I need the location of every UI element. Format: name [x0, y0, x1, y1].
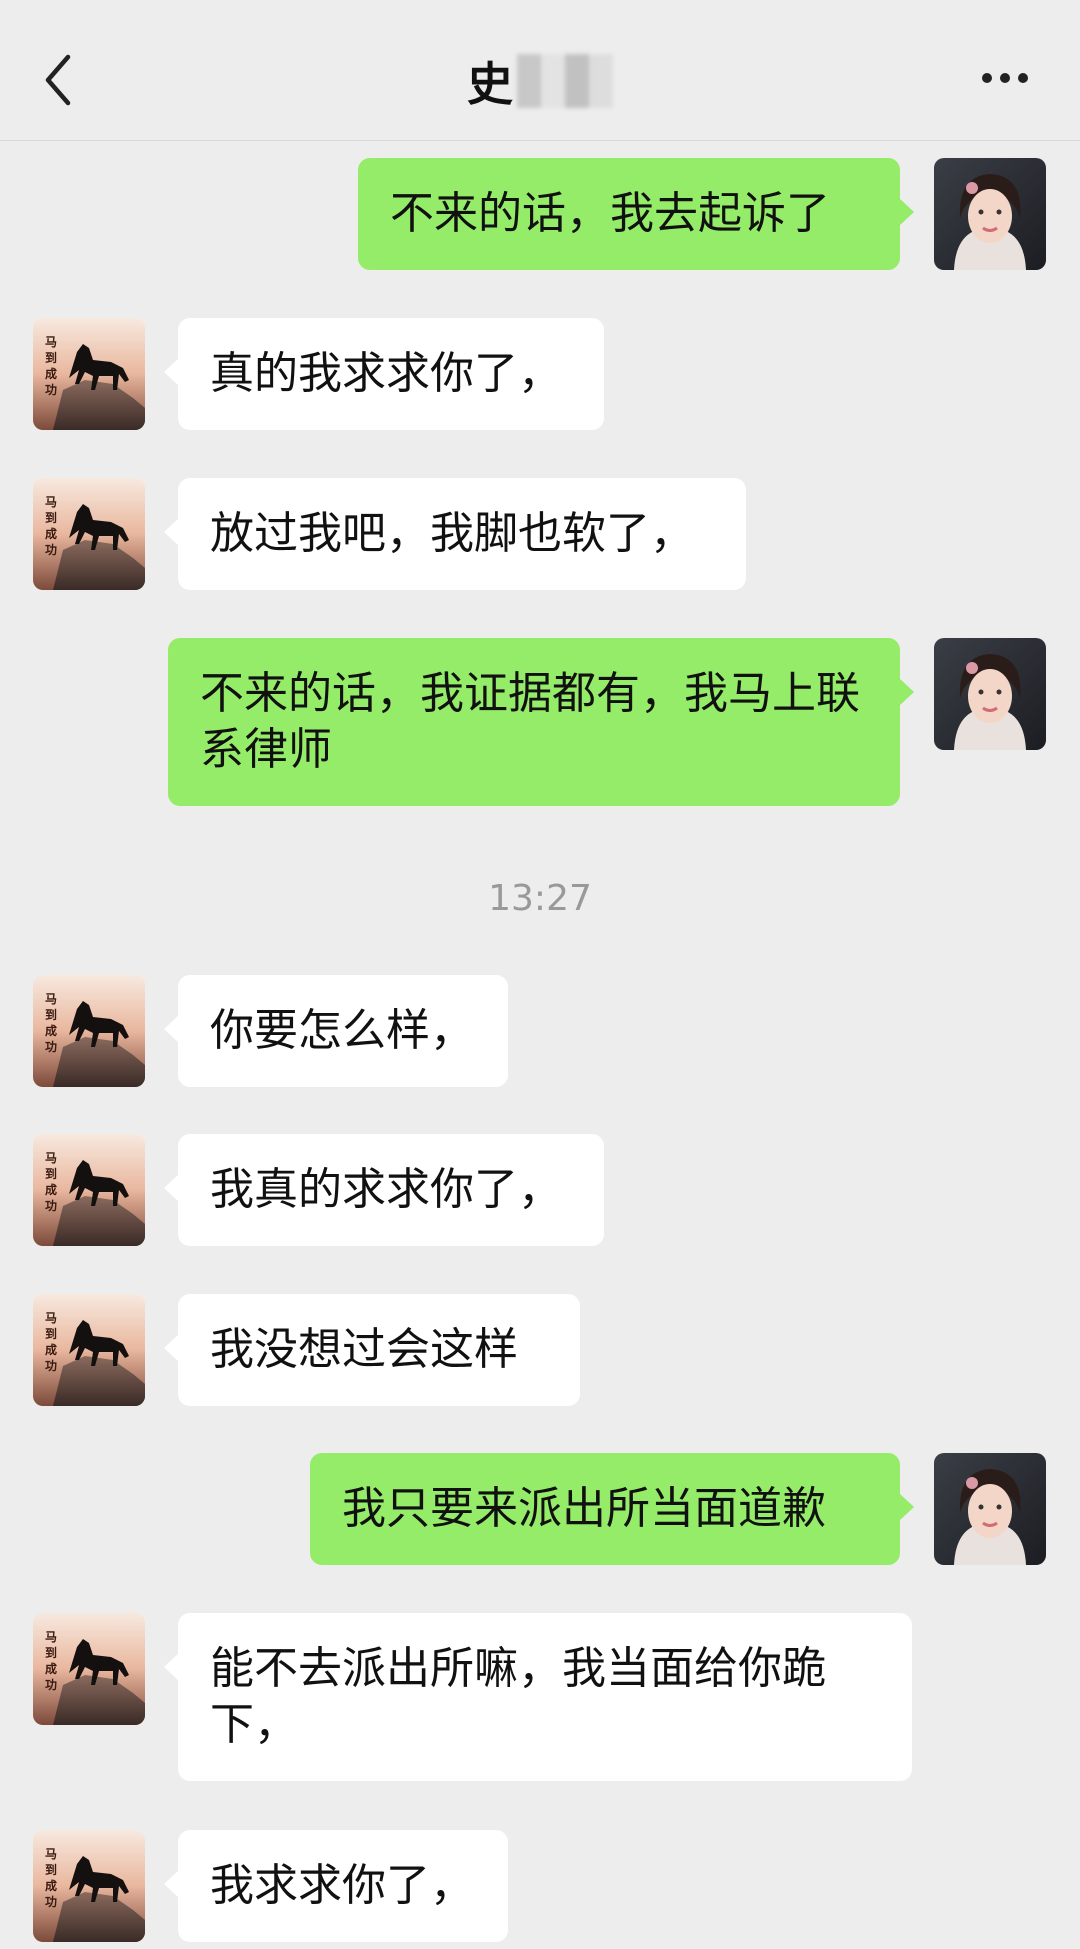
my-avatar[interactable]	[934, 1453, 1046, 1565]
svg-text:到: 到	[45, 1645, 57, 1660]
svg-text:马: 马	[45, 335, 57, 349]
message-text: 我求求你了，	[210, 1860, 474, 1911]
message-bubble-outgoing[interactable]: 不来的话，我去起诉了	[358, 158, 914, 270]
svg-text:到: 到	[45, 1326, 57, 1341]
svg-text:成: 成	[45, 526, 57, 541]
ellipsis-icon	[982, 73, 1028, 83]
svg-text:功: 功	[45, 1198, 57, 1213]
svg-text:到: 到	[45, 1007, 57, 1022]
svg-text:到: 到	[45, 350, 57, 365]
message-text: 你要怎么样，	[210, 1005, 474, 1056]
horse-avatar: 马 到 成 功	[33, 975, 145, 1087]
message-text: 我只要来派出所当面道歉	[342, 1483, 826, 1534]
horse-avatar: 马 到 成 功	[33, 478, 145, 590]
svg-text:功: 功	[45, 1039, 57, 1054]
message-text: 能不去派出所嘛，我当面给你跪下，	[210, 1643, 826, 1750]
svg-text:功: 功	[45, 1677, 57, 1692]
message-text: 不来的话，我证据都有，我马上联系律师	[200, 668, 860, 775]
contact-name: 史	[467, 57, 513, 111]
horse-avatar: 马 到 成 功	[33, 1294, 145, 1406]
name-redaction	[517, 54, 613, 108]
horse-avatar: 马 到 成 功	[33, 1613, 145, 1725]
svg-text:到: 到	[45, 1862, 57, 1877]
message-bubble-incoming[interactable]: 放过我吧，我脚也软了，	[164, 478, 746, 590]
svg-text:成: 成	[45, 1023, 57, 1038]
svg-text:成: 成	[45, 1342, 57, 1357]
user-photo-avatar	[934, 638, 1046, 750]
message-bubble-outgoing[interactable]: 我只要来派出所当面道歉	[310, 1453, 914, 1565]
contact-avatar[interactable]: 马 到 成 功	[33, 478, 145, 590]
svg-text:功: 功	[45, 1358, 57, 1373]
svg-text:马: 马	[45, 1151, 57, 1165]
contact-avatar[interactable]: 马 到 成 功	[33, 1613, 145, 1725]
message-text: 我真的求求你了，	[210, 1164, 562, 1215]
message-bubble-incoming[interactable]: 我没想过会这样	[164, 1294, 580, 1406]
user-photo-avatar	[934, 1453, 1046, 1565]
message-text: 放过我吧，我脚也软了，	[210, 508, 694, 559]
svg-text:成: 成	[45, 1182, 57, 1197]
message-bubble-incoming[interactable]: 能不去派出所嘛，我当面给你跪下，	[164, 1613, 912, 1781]
message-bubble-outgoing[interactable]: 不来的话，我证据都有，我马上联系律师	[168, 638, 914, 806]
contact-avatar[interactable]: 马 到 成 功	[33, 318, 145, 430]
svg-text:马: 马	[45, 1630, 57, 1644]
svg-text:功: 功	[45, 382, 57, 397]
contact-avatar[interactable]: 马 到 成 功	[33, 1134, 145, 1246]
message-timestamp: 13:27	[488, 878, 592, 919]
message-bubble-incoming[interactable]: 真的我求求你了，	[164, 318, 604, 430]
chat-header: 史	[0, 0, 1080, 141]
horse-avatar: 马 到 成 功	[33, 1134, 145, 1246]
svg-text:到: 到	[45, 1166, 57, 1181]
svg-text:马: 马	[45, 495, 57, 509]
message-text: 我没想过会这样	[210, 1324, 518, 1375]
message-bubble-incoming[interactable]: 我真的求求你了，	[164, 1134, 604, 1246]
svg-text:马: 马	[45, 1847, 57, 1861]
my-avatar[interactable]	[934, 638, 1046, 750]
svg-text:成: 成	[45, 366, 57, 381]
contact-avatar[interactable]: 马 到 成 功	[33, 975, 145, 1087]
my-avatar[interactable]	[934, 158, 1046, 270]
message-text: 真的我求求你了，	[210, 348, 562, 399]
contact-avatar[interactable]: 马 到 成 功	[33, 1830, 145, 1942]
message-bubble-incoming[interactable]: 我求求你了，	[164, 1830, 508, 1942]
svg-text:马: 马	[45, 1311, 57, 1325]
horse-avatar: 马 到 成 功	[33, 1830, 145, 1942]
svg-text:成: 成	[45, 1661, 57, 1676]
svg-text:功: 功	[45, 542, 57, 557]
svg-text:到: 到	[45, 510, 57, 525]
svg-text:成: 成	[45, 1878, 57, 1893]
more-options-button[interactable]	[970, 58, 1040, 98]
message-bubble-incoming[interactable]: 你要怎么样，	[164, 975, 508, 1087]
svg-text:功: 功	[45, 1894, 57, 1909]
user-photo-avatar	[934, 158, 1046, 270]
message-text: 不来的话，我去起诉了	[390, 188, 830, 239]
contact-avatar[interactable]: 马 到 成 功	[33, 1294, 145, 1406]
svg-text:马: 马	[45, 992, 57, 1006]
horse-avatar: 马 到 成 功	[33, 318, 145, 430]
